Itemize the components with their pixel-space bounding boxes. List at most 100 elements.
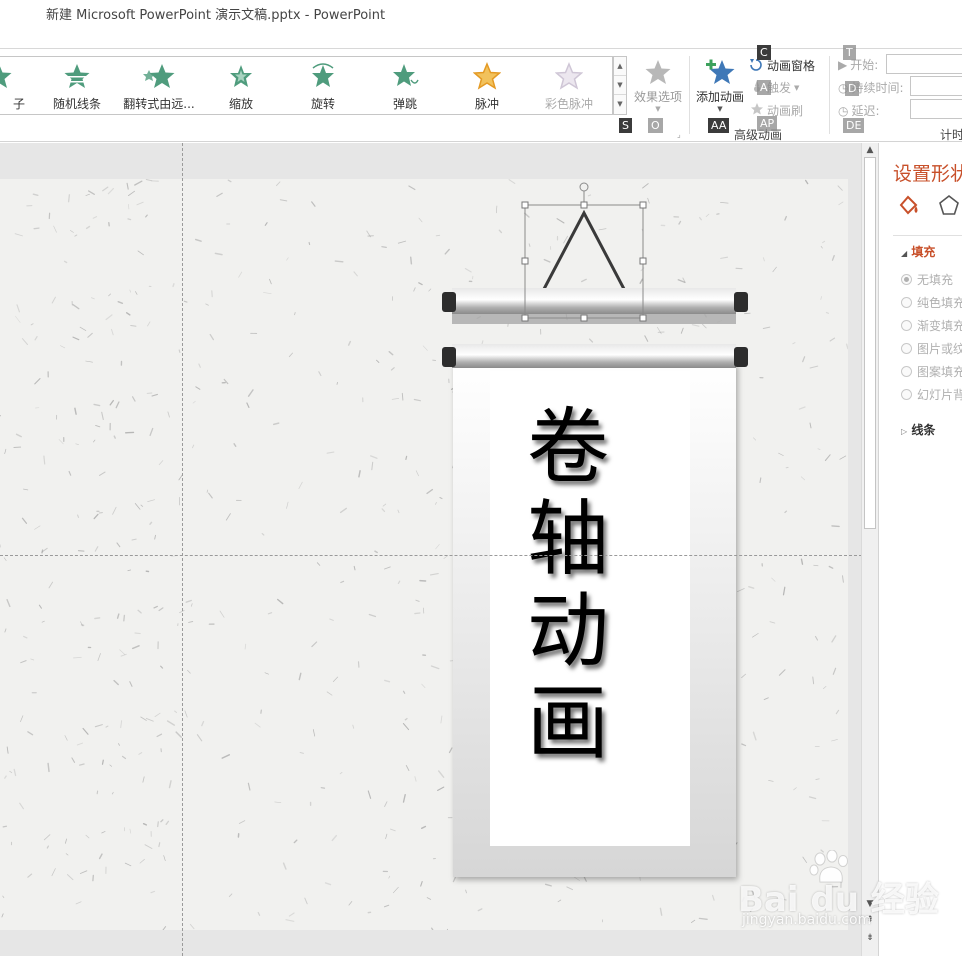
ribbon: 子 随机线条 翻转式由远... 缩放 旋转 弹跳 脉冲 彩色脉冲 ▲ ▼ ▼ 效… — [0, 45, 962, 158]
rod-cap-left — [442, 347, 456, 367]
star-flip-icon — [118, 62, 200, 90]
line-section-header[interactable]: ▷ 线条 — [901, 421, 935, 438]
rod-cap-right — [734, 347, 748, 367]
gallery-item-label: 弹跳 — [392, 97, 417, 111]
fill-line-tab-icon[interactable] — [897, 193, 921, 220]
radio-pattern-fill[interactable] — [901, 366, 912, 377]
option-label: 幻灯片背景填充 — [917, 388, 962, 402]
fill-section-header[interactable]: ◢ 填充 — [901, 243, 935, 260]
star-color-pulse-icon — [528, 62, 610, 90]
next-slide-icon[interactable]: ⇟ — [862, 933, 878, 943]
scroll-char: 轴 — [526, 492, 609, 587]
option-label: 无填充 — [917, 273, 954, 287]
effect-options-button[interactable]: 效果选项 ▼ — [630, 56, 686, 113]
chevron-down-icon: ▼ — [794, 83, 800, 92]
vertical-scrollbar[interactable]: ▲ ▼ ⇞ ⇟ — [861, 143, 878, 956]
title-bar: 新建 Microsoft PowerPoint 演示文稿.pptx - Powe… — [0, 0, 962, 50]
keytip-ap: AP — [757, 116, 778, 131]
option-label: 图片或纹理填充 — [917, 342, 962, 356]
add-animation-button[interactable]: 添加动画 ▼ — [692, 56, 748, 113]
gallery-scrollbar[interactable]: ▲ ▼ ▼ — [613, 56, 627, 115]
title-divider — [0, 48, 962, 49]
gallery-item-label: 旋转 — [310, 97, 335, 111]
star-spin-icon — [282, 62, 364, 90]
ribbon-divider — [829, 56, 830, 134]
star-lines-icon — [36, 62, 118, 90]
radio-gradient-fill[interactable] — [901, 320, 912, 331]
dialog-launcher-icon[interactable]: ⌟ — [677, 130, 681, 139]
vertical-guide-line[interactable] — [182, 143, 183, 956]
gallery-item-label: 子 — [12, 97, 25, 111]
gallery-more-icon[interactable]: ▼ — [614, 95, 626, 114]
start-dropdown[interactable] — [886, 54, 962, 74]
gallery-scroll-down-icon[interactable]: ▼ — [614, 76, 626, 95]
gallery-item-zoom[interactable]: 缩放 — [200, 57, 282, 114]
add-star-icon — [692, 56, 748, 88]
star-gray-icon — [630, 56, 686, 88]
gallery-scroll-up-icon[interactable]: ▲ — [614, 57, 626, 76]
scroll-char: 卷 — [526, 400, 609, 495]
star-zoom-icon — [200, 62, 282, 90]
keytip-a: A — [757, 80, 771, 95]
chevron-down-icon: ▼ — [717, 105, 723, 113]
clock-icon: ◷ — [838, 103, 849, 118]
gallery-item-flip[interactable]: 翻转式由远... — [118, 57, 200, 114]
animation-pane-label: 动画窗格 — [767, 59, 816, 73]
delay-label: 延迟: — [851, 104, 880, 118]
gallery-item-spin[interactable]: 旋转 — [282, 57, 364, 114]
option-label: 纯色填充 — [917, 296, 962, 310]
gallery-item-label: 彩色脉冲 — [544, 97, 593, 111]
window-title: 新建 Microsoft PowerPoint 演示文稿.pptx - Powe… — [46, 8, 386, 23]
radio-solid-fill[interactable] — [901, 297, 912, 308]
trigger-label: 触发 — [767, 81, 792, 95]
rod-cap-left — [442, 292, 456, 312]
line-section-label: 线条 — [911, 423, 936, 437]
scrollbar-thumb[interactable] — [864, 157, 876, 529]
scroll-up-icon[interactable]: ▲ — [862, 145, 878, 155]
baidu-watermark: Bai du 经验 jingyan.baidu.com — [738, 850, 939, 934]
scroll-vertical-text[interactable]: 卷 轴 动 画 — [522, 402, 614, 770]
gallery-item-label: 随机线条 — [52, 97, 101, 111]
effects-tab-icon[interactable] — [937, 193, 961, 220]
gallery-item-label: 脉冲 — [474, 97, 499, 111]
horizontal-guide-line[interactable] — [0, 555, 862, 556]
star-pulse-icon — [446, 62, 528, 90]
scroll-char: 画 — [526, 676, 609, 771]
option-label: 图案填充 — [917, 365, 962, 379]
rod-cap-right — [734, 292, 748, 312]
delay-field-label: ◷ 延迟: — [838, 102, 880, 119]
format-shape-pane: 设置形状格式 ◢ 填充 无填充 纯色填充 渐变填充 图片或纹理填充 图案填充 幻… — [878, 143, 962, 956]
hanging-string — [542, 209, 626, 290]
pane-title: 设置形状格式 — [893, 163, 962, 185]
chevron-down-icon: ▼ — [655, 105, 661, 113]
effect-options-label: 效果选项 — [633, 90, 682, 104]
radio-slide-background-fill[interactable] — [901, 389, 912, 400]
tab-divider — [893, 235, 962, 236]
ribbon-divider — [689, 56, 690, 134]
timing-group-label: 计时 — [940, 128, 962, 142]
delay-input[interactable] — [910, 99, 962, 119]
keytip-s: S — [619, 118, 632, 133]
keytip-d: D — [845, 81, 860, 96]
radio-picture-fill[interactable] — [901, 343, 912, 354]
radio-no-fill[interactable] — [901, 274, 912, 285]
bottom-rod — [452, 344, 736, 368]
option-label: 渐变填充 — [917, 319, 962, 333]
gallery-item-pulse[interactable]: 脉冲 — [446, 57, 528, 114]
star-split-icon — [0, 62, 40, 90]
gallery-item-label: 缩放 — [228, 97, 253, 111]
duration-input[interactable] — [910, 76, 962, 96]
top-rod — [452, 288, 736, 314]
keytip-de: DE — [843, 118, 865, 133]
gallery-item-color-pulse[interactable]: 彩色脉冲 — [528, 57, 610, 114]
star-bounce-icon — [364, 62, 446, 90]
top-rod-shadow — [452, 314, 736, 324]
keytip-o: O — [648, 118, 663, 133]
gallery-item-split[interactable]: 子 — [0, 57, 40, 114]
gallery-item-bounce[interactable]: 弹跳 — [364, 57, 446, 114]
add-animation-label: 添加动画 — [695, 90, 744, 104]
keytip-aa: AA — [708, 118, 730, 133]
keytip-c: C — [757, 45, 771, 60]
gallery-item-random-lines[interactable]: 随机线条 — [36, 57, 118, 114]
slide-editing-area: 卷 轴 动 画 ▲ ▼ ⇞ ⇟ — [0, 143, 878, 956]
